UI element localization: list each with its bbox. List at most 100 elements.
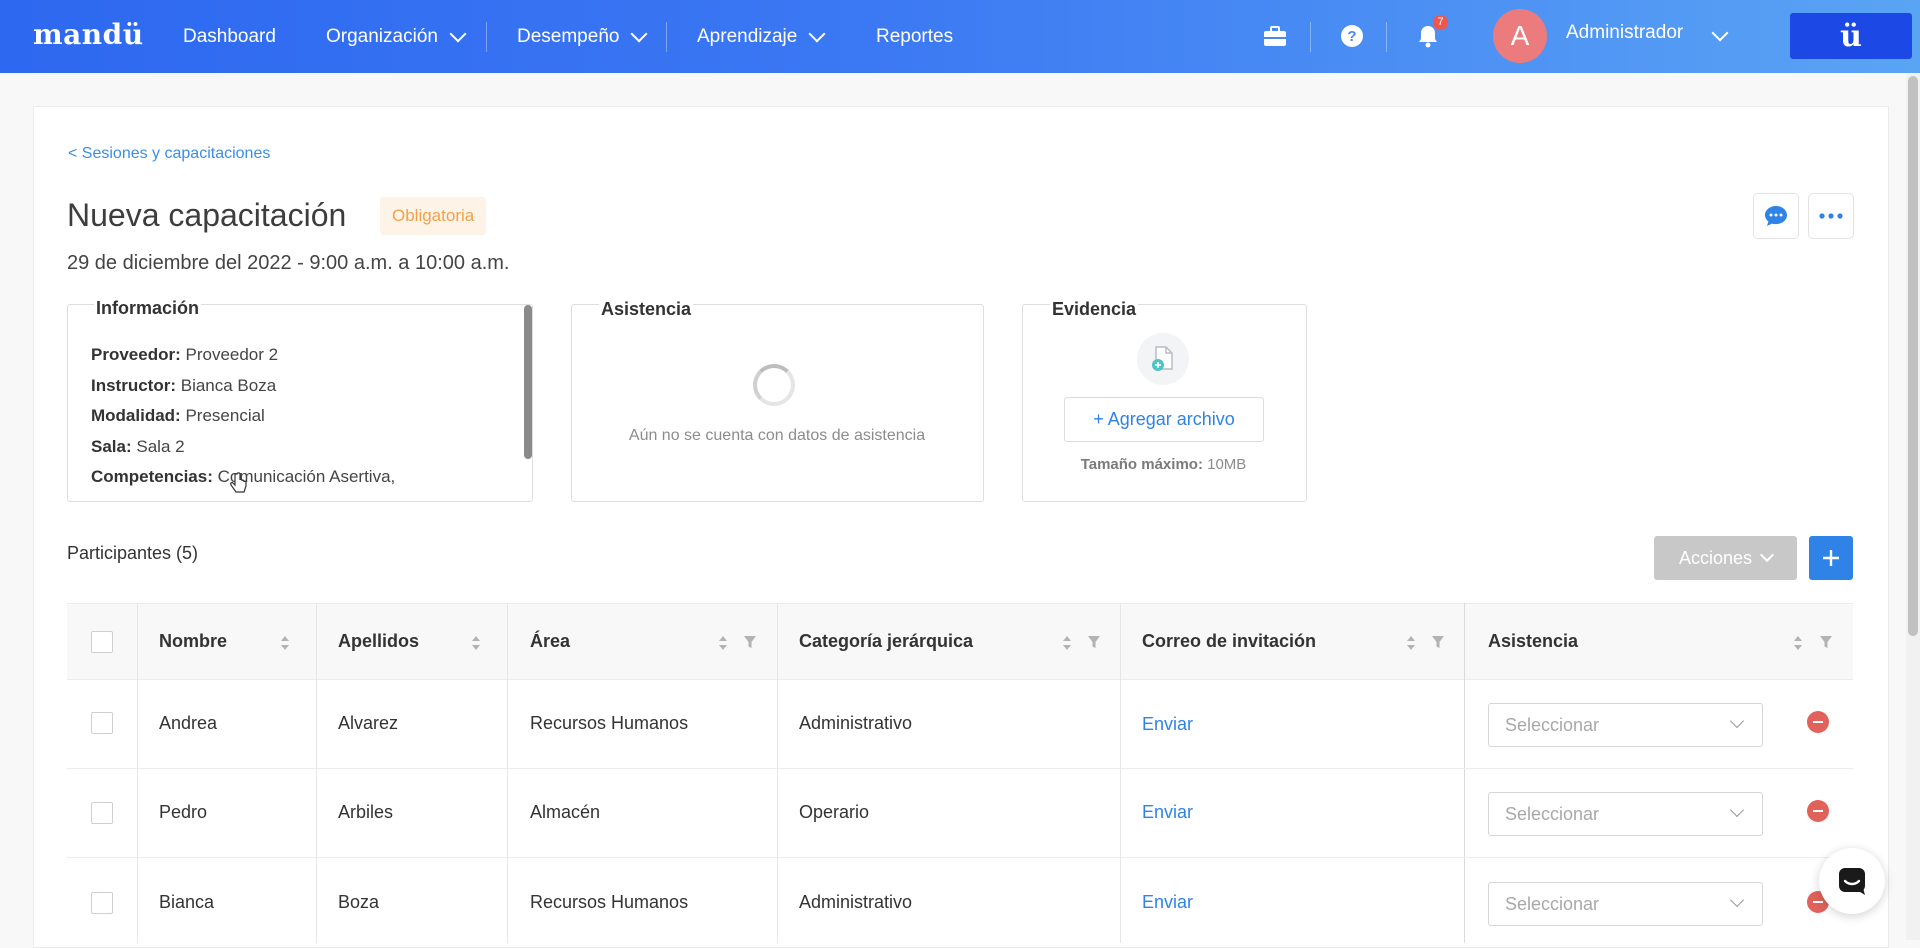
col-categoria[interactable]: Categoría jerárquica [799, 604, 973, 679]
ellipsis-icon [1819, 213, 1843, 219]
cell-categoria: Administrativo [799, 892, 913, 912]
table-row: Pedro Arbiles Almacén Operario Enviar Se… [67, 769, 1853, 858]
page-title: Nueva capacitación [67, 197, 347, 233]
help-icon[interactable]: ? [1338, 22, 1366, 50]
attendance-select[interactable]: Seleccionar [1488, 792, 1763, 836]
nav-desempeno[interactable]: Desempeño [517, 0, 648, 73]
nav-reportes[interactable]: Reportes [876, 0, 953, 73]
app-logo[interactable]: mandü [33, 18, 144, 51]
filter-icon[interactable] [743, 635, 757, 649]
status-badge: Obligatoria [380, 197, 487, 235]
chevron-down-icon [630, 25, 648, 42]
table-row: Andrea Alvarez Recursos Humanos Administ… [67, 679, 1853, 769]
col-asistencia[interactable]: Asistencia [1488, 604, 1578, 679]
info-title: Información [94, 298, 202, 319]
nav-divider [1310, 22, 1311, 52]
sort-icon[interactable] [1406, 635, 1416, 651]
comments-button[interactable] [1753, 193, 1799, 239]
select-all-checkbox[interactable] [91, 631, 113, 653]
chevron-down-icon [1729, 892, 1745, 908]
cell-area: Recursos Humanos [530, 892, 689, 912]
cell-categoria: Operario [799, 802, 870, 822]
nav-divider [1386, 22, 1387, 52]
user-name[interactable]: Administrador [1566, 22, 1683, 44]
cell-apellidos: Arbiles [338, 802, 394, 822]
attendance-select-placeholder: Seleccionar [1505, 715, 1600, 735]
brand-button[interactable]: ü [1790, 13, 1912, 59]
attendance-select-placeholder: Seleccionar [1505, 894, 1600, 914]
info-scrollbar[interactable] [524, 305, 532, 459]
sort-icon[interactable] [1793, 635, 1803, 651]
page-scrollbar-thumb[interactable] [1908, 76, 1918, 636]
chevron-down-icon [1729, 802, 1745, 818]
sort-icon[interactable] [1062, 635, 1072, 651]
info-lines: Proveedor: Proveedor 2 Instructor: Bianc… [91, 340, 395, 493]
nav-aprendizaje[interactable]: Aprendizaje [697, 0, 826, 73]
attendance-select[interactable]: Seleccionar [1488, 882, 1763, 926]
participants-title: Participantes (5) [67, 543, 199, 563]
nav-divider [666, 22, 667, 52]
send-invite-link[interactable]: Enviar [1142, 714, 1193, 735]
nav-organizacion-label: Organización [326, 25, 438, 47]
col-apellidos[interactable]: Apellidos [338, 604, 419, 679]
chevron-down-icon[interactable] [1711, 24, 1729, 42]
top-navbar: mandü Dashboard Organización Desempeño A… [0, 0, 1920, 73]
svg-text:?: ? [1347, 28, 1356, 45]
filter-icon[interactable] [1819, 635, 1833, 649]
col-correo[interactable]: Correo de invitación [1142, 604, 1316, 679]
col-area[interactable]: Área [530, 604, 570, 679]
cell-area: Recursos Humanos [530, 713, 689, 733]
nav-divider [486, 22, 487, 52]
actions-dropdown-button[interactable]: Acciones [1654, 536, 1797, 580]
col-nombre[interactable]: Nombre [159, 604, 227, 679]
cell-nombre: Bianca [159, 892, 215, 912]
filter-icon[interactable] [1087, 635, 1101, 649]
sort-icon[interactable] [718, 635, 728, 651]
actions-label: Acciones [1678, 547, 1753, 568]
add-participant-button[interactable] [1809, 536, 1853, 580]
info-sala: Sala: Sala 2 [91, 436, 185, 456]
attendance-empty-text: Aún no se cuenta con datos de asistencia [628, 427, 926, 444]
info-proveedor: Proveedor: Proveedor 2 [91, 345, 279, 364]
briefcase-icon[interactable] [1261, 22, 1289, 50]
sort-icon[interactable] [280, 635, 290, 651]
info-instructor: Instructor: Bianca Boza [91, 375, 277, 395]
nav-dashboard[interactable]: Dashboard [183, 0, 276, 73]
session-date: 29 de diciembre del 2022 - 9:00 a.m. a 1… [67, 252, 510, 274]
chat-widget-button[interactable] [1819, 848, 1885, 914]
bell-icon[interactable]: 7 [1414, 15, 1448, 50]
sort-icon[interactable] [471, 635, 481, 651]
info-box: Proveedor: Proveedor 2 Instructor: Bianc… [67, 304, 533, 502]
chat-bubble-icon [1765, 206, 1787, 226]
send-invite-link[interactable]: Enviar [1142, 892, 1193, 913]
cell-apellidos: Alvarez [338, 713, 399, 733]
chat-icon [1839, 868, 1865, 895]
row-checkbox[interactable] [91, 712, 113, 734]
chevron-down-icon [808, 25, 826, 42]
attendance-select-placeholder: Seleccionar [1505, 804, 1600, 824]
add-file-button[interactable]: + Agregar archivo [1064, 397, 1264, 442]
table-header: Nombre Apellidos Área Categoría jerárqui… [67, 603, 1853, 680]
row-checkbox[interactable] [91, 892, 113, 914]
attendance-select[interactable]: Seleccionar [1488, 703, 1763, 747]
avatar[interactable]: A [1493, 9, 1547, 63]
filter-icon[interactable] [1431, 635, 1445, 649]
send-invite-link[interactable]: Enviar [1142, 802, 1193, 823]
loading-spinner-icon [753, 364, 795, 406]
chevron-down-icon [1729, 713, 1745, 729]
evidence-title: Evidencia [1050, 299, 1139, 320]
attendance-title: Asistencia [599, 299, 694, 320]
nav-organizacion[interactable]: Organización [326, 0, 467, 73]
max-size-text: Tamaño máximo: 10MB [1080, 456, 1247, 473]
breadcrumb[interactable]: < Sesiones y capacitaciones [68, 145, 270, 163]
hand-cursor-icon [230, 472, 247, 493]
more-options-button[interactable] [1808, 193, 1854, 239]
chevron-down-icon [1759, 547, 1775, 563]
remove-participant-icon[interactable] [1807, 800, 1829, 822]
remove-participant-icon[interactable] [1807, 711, 1829, 733]
row-checkbox[interactable] [91, 802, 113, 824]
info-modalidad: Modalidad: Presencial [91, 406, 265, 425]
cell-nombre: Andrea [159, 713, 218, 733]
add-document-icon [1137, 333, 1189, 385]
cell-apellidos: Boza [338, 892, 380, 912]
